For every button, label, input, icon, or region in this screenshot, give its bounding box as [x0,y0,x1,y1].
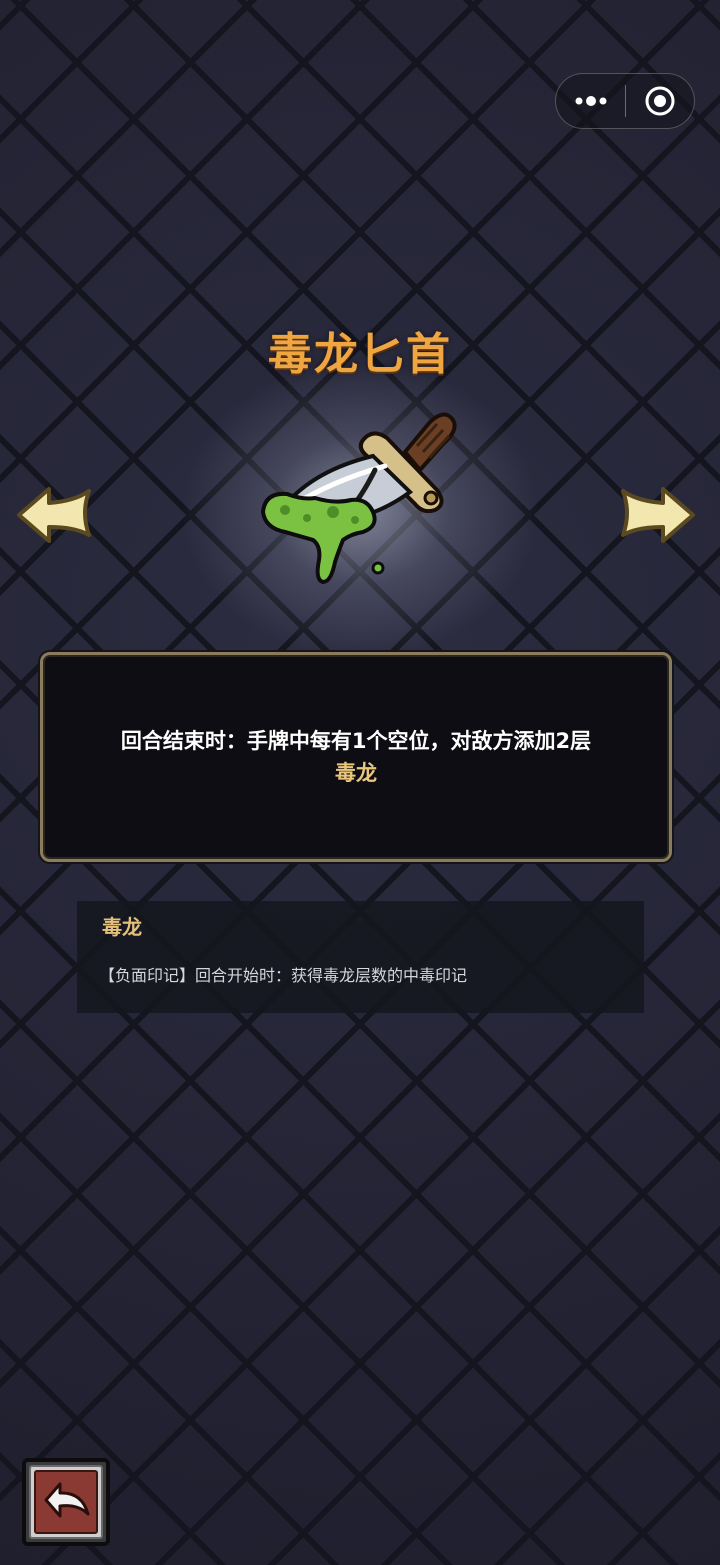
miniprogram-capsule [555,73,695,129]
item-description-keyword[interactable]: 毒龙 [335,757,377,789]
target-circle-icon [645,86,675,116]
item-description-box: 回合结束时：手牌中每有1个空位，对敌方添加2层 毒龙 [40,652,672,862]
arrow-left-icon[interactable] [15,483,95,547]
keyword-info-panel: 毒龙 【负面印记】回合开始时：获得毒龙层数的中毒印记 [77,901,644,1013]
keyword-title: 毒龙 [102,915,142,939]
item-description: 回合结束时：手牌中每有1个空位，对敌方添加2层 [120,729,592,753]
close-miniprogram-button[interactable] [626,74,694,128]
back-button[interactable] [22,1458,110,1546]
keyword-description: 【负面印记】回合开始时：获得毒龙层数的中毒印记 [99,966,468,985]
poison-dagger-icon [260,412,457,585]
more-options-button[interactable] [556,74,625,128]
arrow-right-icon[interactable] [617,483,697,547]
ellipsis-icon [575,96,606,106]
